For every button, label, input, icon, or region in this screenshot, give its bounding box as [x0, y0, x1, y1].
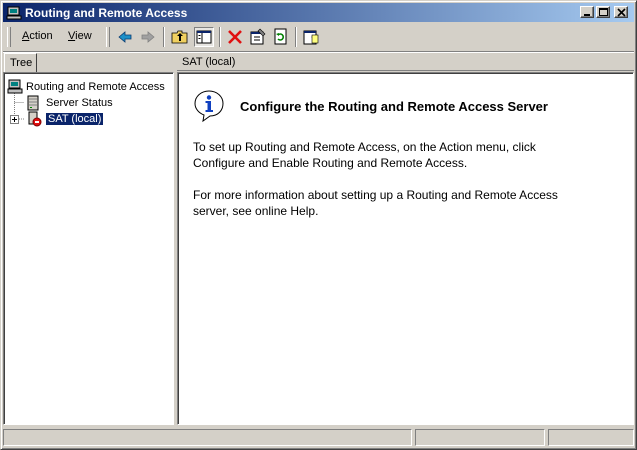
toolbar-separator	[219, 27, 221, 47]
help-icon[interactable]: ?	[301, 27, 321, 47]
tree-pane[interactable]: Routing and Remote Access Server Status …	[3, 72, 174, 425]
info-icon	[194, 90, 224, 123]
page-heading: Configure the Routing and Remote Access …	[240, 99, 548, 114]
delete-icon[interactable]	[225, 27, 245, 47]
details-header-label: SAT (local)	[182, 56, 236, 68]
refresh-icon[interactable]	[271, 27, 291, 47]
maximize-icon	[599, 8, 608, 16]
help-paragraph: For more information about setting up a …	[193, 187, 613, 219]
menu-view[interactable]: View	[68, 30, 92, 42]
routing-root-icon	[7, 79, 23, 94]
menu-action[interactable]: Action	[22, 30, 53, 42]
status-panel-3	[548, 429, 634, 446]
status-panel-main	[3, 429, 412, 446]
toolbar-separator	[295, 27, 297, 47]
toolbar-separator	[163, 27, 165, 47]
status-bar	[3, 428, 634, 447]
window-title: Routing and Remote Access	[25, 6, 188, 20]
forward-arrow-icon[interactable]	[138, 27, 158, 47]
tab-tree[interactable]: Tree	[4, 53, 37, 72]
back-arrow-icon[interactable]	[115, 27, 135, 47]
expand-plus-icon[interactable]	[10, 115, 19, 124]
tree-root-label: Routing and Remote Access	[26, 81, 165, 93]
server-status-icon	[27, 95, 39, 111]
toolbar-grip-2[interactable]	[106, 27, 110, 47]
tab-tree-label: Tree	[10, 57, 33, 69]
instruction-paragraph: To set up Routing and Remote Access, on …	[193, 139, 613, 171]
menu-view-label: iew	[75, 30, 92, 42]
title-bar[interactable]: Routing and Remote Access	[3, 3, 634, 22]
help-line-2: server, see online Help.	[193, 204, 319, 218]
status-panel-2	[415, 429, 545, 446]
tree-item-label: Server Status	[46, 97, 113, 109]
show-hide-tree-icon	[196, 30, 212, 44]
instruction-line-1: To set up Routing and Remote Access, on …	[193, 140, 536, 154]
toolbar-grip[interactable]	[7, 27, 11, 47]
server-down-icon	[28, 111, 42, 127]
properties-icon[interactable]	[248, 27, 268, 47]
minimize-icon	[584, 14, 590, 16]
up-folder-icon[interactable]	[170, 27, 190, 47]
show-hide-tree-button[interactable]	[194, 27, 214, 47]
minimize-button[interactable]	[580, 6, 594, 18]
instruction-line-2: Configure and Enable Routing and Remote …	[193, 156, 468, 170]
menu-action-label: ction	[29, 30, 53, 42]
toolbar: Action View	[3, 24, 634, 52]
close-icon	[617, 8, 626, 17]
details-pane[interactable]: Configure the Routing and Remote Access …	[177, 72, 634, 425]
close-button[interactable]	[614, 6, 628, 18]
app-window: Routing and Remote Access Action View Tr…	[0, 0, 637, 450]
app-icon	[6, 6, 22, 20]
help-line-1: For more information about setting up a …	[193, 188, 558, 202]
tree-item-label-selected: SAT (local)	[44, 112, 105, 126]
maximize-button[interactable]	[596, 6, 610, 18]
details-header: SAT (local)	[177, 53, 634, 71]
